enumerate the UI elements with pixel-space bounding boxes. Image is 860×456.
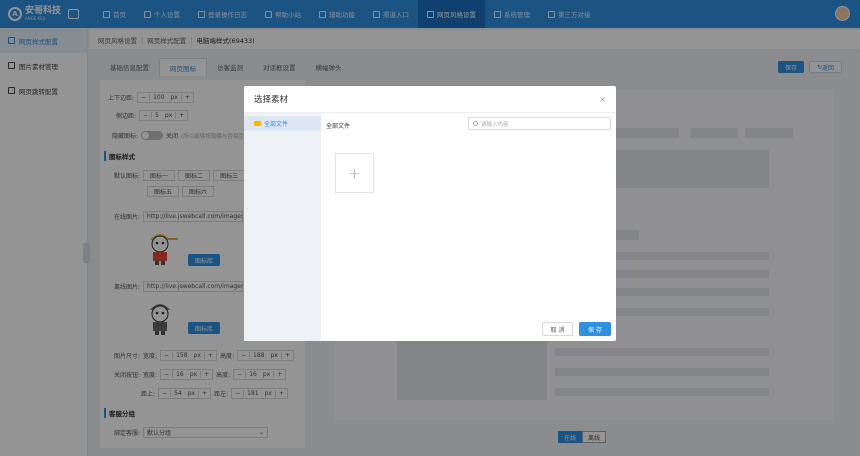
folder-all-files[interactable]: 全部文件	[244, 116, 321, 131]
folder-icon	[254, 121, 261, 126]
dialog-footer: 取 消 保 存	[542, 322, 611, 336]
select-asset-dialog: 选择素材 × 全部文件 全部文件 请输入内容 + 取 消 保 存	[244, 86, 616, 341]
current-folder-label: 全部文件	[326, 123, 351, 130]
cancel-button[interactable]: 取 消	[542, 322, 573, 336]
close-icon[interactable]: ×	[599, 95, 606, 104]
add-asset-button[interactable]: +	[335, 153, 374, 193]
asset-area: 全部文件 请输入内容 + 取 消 保 存	[321, 113, 616, 341]
dialog-save-button[interactable]: 保 存	[579, 322, 611, 336]
dialog-header: 选择素材 ×	[244, 86, 616, 113]
folder-tree: 全部文件	[244, 113, 321, 341]
search-icon	[473, 121, 478, 126]
dialog-title: 选择素材	[254, 95, 289, 105]
search-input[interactable]: 请输入内容	[468, 117, 611, 130]
